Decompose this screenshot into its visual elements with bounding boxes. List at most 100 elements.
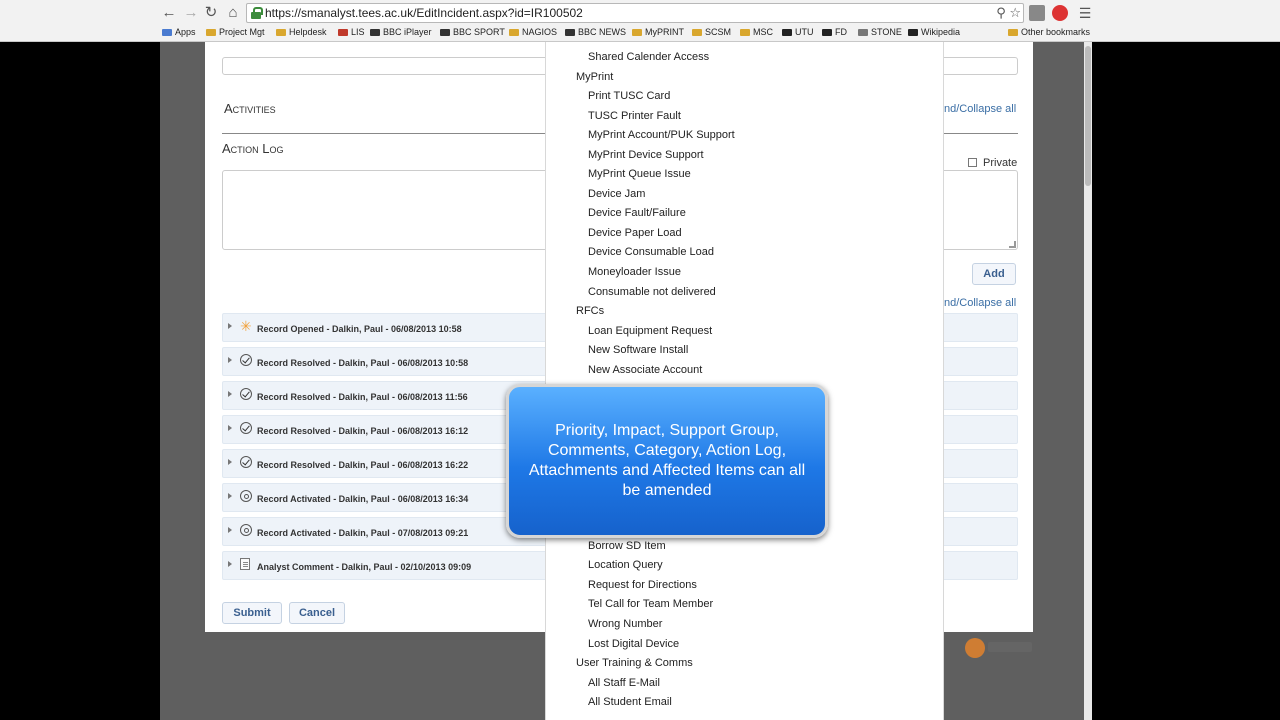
expand-caret-icon[interactable] xyxy=(228,391,232,397)
action-log-heading: Action Log xyxy=(222,141,284,156)
expand-caret-icon[interactable] xyxy=(228,493,232,499)
extension-image-icon[interactable] xyxy=(1029,5,1045,21)
bookmark-helpdesk[interactable]: Helpdesk xyxy=(276,27,327,37)
expand-caret-icon[interactable] xyxy=(228,561,232,567)
scrollbar-thumb[interactable] xyxy=(1085,46,1091,186)
dropdown-option[interactable]: Consumable not delivered xyxy=(588,286,716,298)
check-icon xyxy=(240,456,252,468)
add-button[interactable]: Add xyxy=(972,263,1016,285)
page-scrollbar[interactable] xyxy=(1084,42,1092,720)
dropdown-option[interactable]: Moneyloader Issue xyxy=(588,266,681,278)
dropdown-option[interactable]: New Software Install xyxy=(588,344,688,356)
resize-handle-icon[interactable] xyxy=(1009,241,1016,248)
folder-icon xyxy=(1008,29,1018,36)
dropdown-option[interactable]: All Staff E-Mail xyxy=(588,677,660,689)
menu-icon[interactable]: ☰ xyxy=(1076,4,1094,22)
dropdown-option[interactable]: Borrow SD Item xyxy=(588,540,666,552)
folder-icon xyxy=(276,29,286,36)
expand-caret-icon[interactable] xyxy=(228,527,232,533)
bookmark-bbc-news[interactable]: BBC NEWS xyxy=(565,27,626,37)
reload-icon[interactable]: ↻ xyxy=(202,4,220,22)
activities-heading: Activities xyxy=(224,101,276,116)
extension-record-icon[interactable] xyxy=(1052,5,1068,21)
bbc-icon xyxy=(440,29,450,36)
wikipedia-icon xyxy=(908,29,918,36)
dropdown-option[interactable]: Lost Digital Device xyxy=(588,638,679,650)
dropdown-option[interactable]: Device Jam xyxy=(588,188,645,200)
bookmark-utu[interactable]: UTU xyxy=(782,27,814,37)
folder-icon xyxy=(509,29,519,36)
bbc-icon xyxy=(370,29,380,36)
bbc-icon xyxy=(565,29,575,36)
stone-icon xyxy=(858,29,868,36)
submit-button[interactable]: Submit xyxy=(222,602,282,624)
bookmark-msc[interactable]: MSC xyxy=(740,27,773,37)
omnibox-icons: ⚲ ☆ xyxy=(996,4,1021,22)
log-expand-collapse-link[interactable]: nd/Collapse all xyxy=(944,297,1016,309)
bookmarks-bar: Apps Project Mgt Helpdesk LIS BBC iPlaye… xyxy=(0,25,1280,41)
reload-icon xyxy=(240,490,252,502)
callout-text: Priority, Impact, Support Group, Comment… xyxy=(528,422,806,499)
check-icon xyxy=(240,388,252,400)
dropdown-group-label: MyPrint xyxy=(576,71,614,83)
folder-icon xyxy=(632,29,642,36)
dropdown-option[interactable]: MyPrint Queue Issue xyxy=(588,168,691,180)
dropdown-option[interactable]: New Associate Account xyxy=(588,364,702,376)
lock-icon xyxy=(251,7,263,19)
address-bar[interactable]: https://smanalyst.tees.ac.uk/EditInciden… xyxy=(246,3,1024,23)
bookmark-bbc-iplayer[interactable]: BBC iPlayer xyxy=(370,27,432,37)
category-dropdown-list[interactable]: Shared Calender Access MyPrint Print TUS… xyxy=(545,42,944,720)
bookmark-bbc-sport[interactable]: BBC SPORT xyxy=(440,27,505,37)
expand-caret-icon[interactable] xyxy=(228,323,232,329)
apps-grid-icon xyxy=(162,29,172,36)
expand-caret-icon[interactable] xyxy=(228,459,232,465)
star-bookmark-icon[interactable]: ☆ xyxy=(1009,5,1021,20)
dropdown-option[interactable]: Device Paper Load xyxy=(588,227,682,239)
expand-caret-icon[interactable] xyxy=(228,357,232,363)
search-icon[interactable]: ⚲ xyxy=(996,5,1006,20)
dropdown-option[interactable]: Loan Equipment Request xyxy=(588,325,712,337)
dropdown-option[interactable]: TUSC Printer Fault xyxy=(588,110,681,122)
checkbox-icon[interactable] xyxy=(968,158,977,167)
tutorial-callout: Priority, Impact, Support Group, Comment… xyxy=(506,384,828,538)
address-url: https://smanalyst.tees.ac.uk/EditInciden… xyxy=(265,6,583,20)
bookmark-fd[interactable]: FD xyxy=(822,27,847,37)
dropdown-option[interactable]: Device Consumable Load xyxy=(588,246,714,258)
bookmark-lis[interactable]: LIS xyxy=(338,27,365,37)
bookmark-stone[interactable]: STONE xyxy=(858,27,902,37)
dropdown-option[interactable]: Location Query xyxy=(588,559,663,571)
bookmark-scsm[interactable]: SCSM xyxy=(692,27,731,37)
dropdown-option[interactable]: MyPrint Account/PUK Support xyxy=(588,129,735,141)
bookmark-other[interactable]: Other bookmarks xyxy=(1008,27,1090,37)
utu-icon xyxy=(782,29,792,36)
dropdown-group-label: RFCs xyxy=(576,305,605,317)
bookmark-wikipedia[interactable]: Wikipedia xyxy=(908,27,960,37)
dropdown-option[interactable]: Wrong Number xyxy=(588,618,662,630)
dropdown-option[interactable]: MyPrint Device Support xyxy=(588,149,704,161)
browser-chrome: ← → ↻ ⌂ https://smanalyst.tees.ac.uk/Edi… xyxy=(0,0,1280,42)
reload-icon xyxy=(240,524,252,536)
private-checkbox[interactable]: Private xyxy=(968,157,1017,169)
expand-caret-icon[interactable] xyxy=(228,425,232,431)
watermark-text-shape xyxy=(988,642,1032,652)
forward-arrow-icon[interactable]: → xyxy=(182,4,200,22)
bookmark-myprint[interactable]: MyPRINT xyxy=(632,27,684,37)
folder-icon xyxy=(206,29,216,36)
star-icon: ✳ xyxy=(240,318,252,334)
bookmark-project-mgt[interactable]: Project Mgt xyxy=(206,27,265,37)
dropdown-option[interactable]: All Student Email xyxy=(588,696,672,708)
dropdown-option[interactable]: Shared Calender Access xyxy=(588,51,709,63)
dropdown-option[interactable]: Print TUSC Card xyxy=(588,90,670,102)
document-icon xyxy=(240,558,250,570)
bookmark-apps[interactable]: Apps xyxy=(162,27,196,37)
dropdown-option[interactable]: Device Fault/Failure xyxy=(588,207,686,219)
back-arrow-icon[interactable]: ← xyxy=(160,4,178,22)
bookmark-nagios[interactable]: NAGIOS xyxy=(509,27,557,37)
activities-expand-collapse-link[interactable]: nd/Collapse all xyxy=(944,103,1016,115)
dropdown-option[interactable]: Tel Call for Team Member xyxy=(588,598,713,610)
home-icon[interactable]: ⌂ xyxy=(224,4,242,22)
cancel-button[interactable]: Cancel xyxy=(289,602,345,624)
folder-icon xyxy=(692,29,702,36)
dropdown-group-label: User Training & Comms xyxy=(576,657,693,669)
dropdown-option[interactable]: Request for Directions xyxy=(588,579,697,591)
